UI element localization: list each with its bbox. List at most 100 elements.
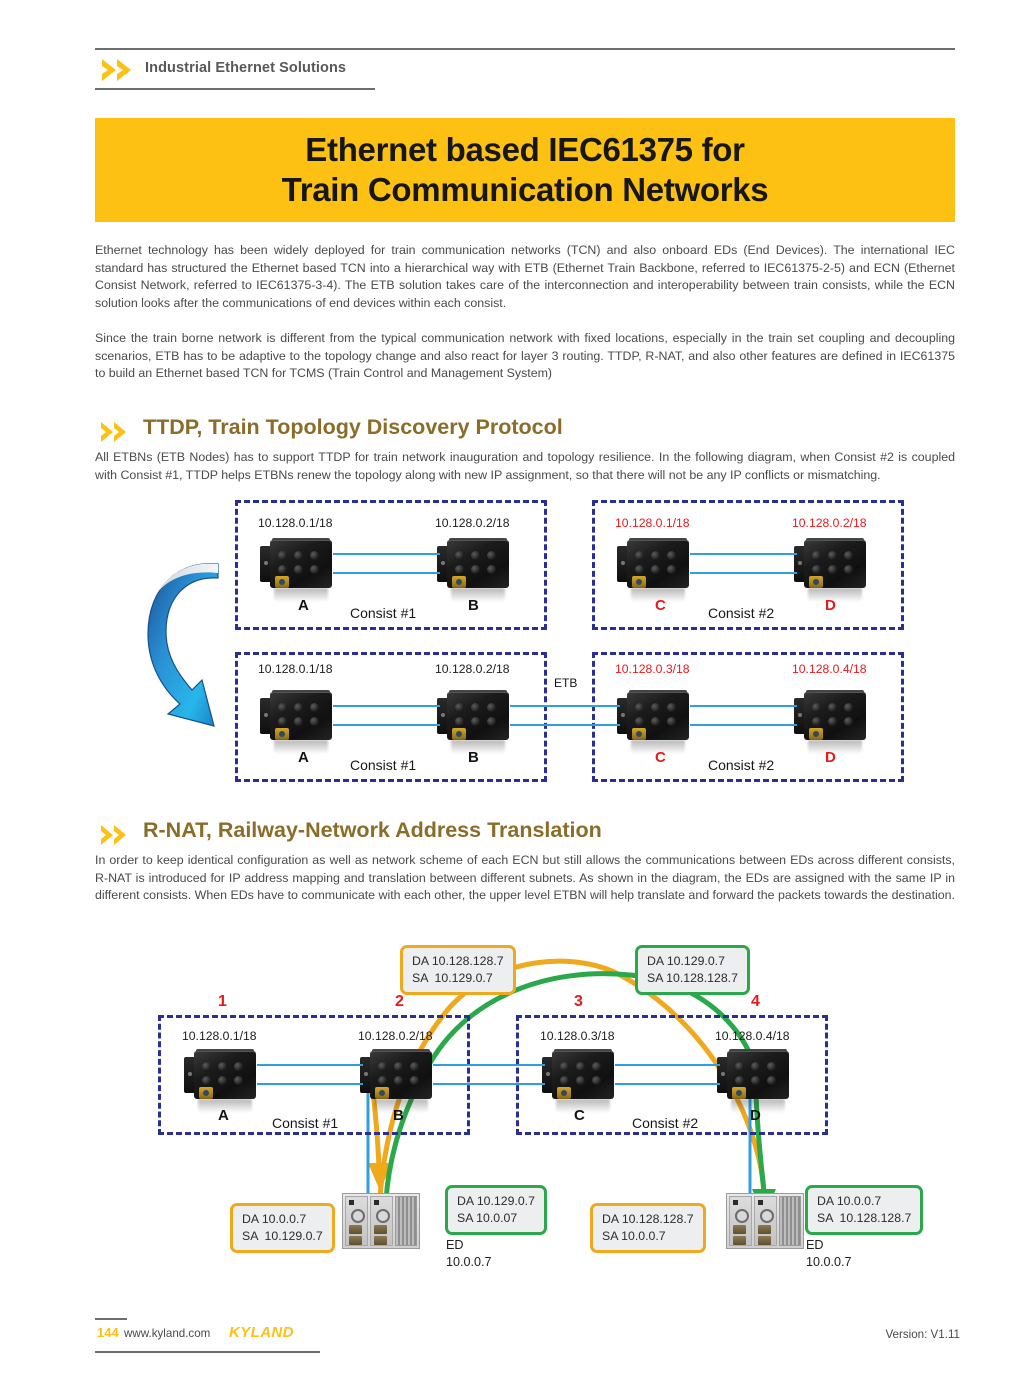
callout-bl-orange-da: DA 10.0.0.7 (242, 1212, 307, 1226)
ed-left-label: ED 10.0.0.7 (446, 1237, 492, 1271)
callout-top-left: DA 10.128.128.7 SA 10.129.0.7 (400, 945, 516, 995)
callout-br-green-da: DA 10.0.0.7 (817, 1194, 882, 1208)
callout-br-green-sa: SA 10.128.128.7 (817, 1210, 912, 1225)
rnat-link-cd-1 (615, 1064, 720, 1066)
curved-down-arrow-icon (140, 548, 240, 738)
banner-title-line1: Ethernet based IEC61375 for (305, 130, 745, 168)
double-chevron-icon (100, 824, 134, 846)
intro-paragraph-1: Ethernet technology has been widely depl… (95, 243, 955, 310)
callout-bl-orange-sa: SA 10.129.0.7 (242, 1228, 323, 1243)
switch-device-b (437, 538, 511, 602)
ttdp-body-text: All ETBNs (ETB Nodes) has to support TTD… (95, 450, 955, 482)
rnat-number-3: 3 (574, 993, 583, 1010)
ttdp-after-letter-c: C (655, 749, 666, 766)
ttdp-after-letter-b: B (468, 749, 479, 766)
rnat-link-cd-2 (615, 1083, 720, 1085)
ttdp-before-consist-2-name: Consist #2 (708, 605, 775, 621)
rnat-number-4: 4 (751, 993, 760, 1010)
callout-br-orange-sa: SA 10.0.0.7 (602, 1228, 666, 1243)
switch-device-rnat-c (542, 1049, 616, 1113)
ttdp-before-link-1 (333, 553, 440, 555)
document-version: Version: V1.11 (885, 1328, 960, 1341)
ttdp-heading-text: TTDP, Train Topology Discovery Protocol (143, 415, 563, 439)
section-heading-ttdp: TTDP, Train Topology Discovery Protocol (95, 415, 955, 445)
ttdp-after-link-etb-1 (510, 705, 620, 707)
ttdp-after-link-3 (690, 705, 797, 707)
rnat-body-text: In order to keep identical configuration… (95, 853, 955, 902)
rnat-letter-d: D (750, 1107, 761, 1124)
rnat-consist-2-name: Consist #2 (632, 1115, 699, 1131)
double-chevron-icon (100, 57, 140, 83)
callout-top-left-da: DA 10.128.128.7 (412, 954, 504, 968)
end-device-left (342, 1193, 420, 1249)
ttdp-after-link-1 (333, 705, 440, 707)
ttdp-before-ip-d: 10.128.0.2/18 (792, 516, 867, 530)
header-bottom-rule (95, 88, 375, 90)
banner-title-line2: Train Communication Networks (281, 171, 769, 208)
rnat-ip-d: 10.128.0.4/18 (715, 1029, 790, 1043)
intro-paragraph-2: Since the train borne network is differe… (95, 331, 955, 380)
ed-right-name: ED (806, 1238, 824, 1252)
ttdp-after-consist-2-name: Consist #2 (708, 757, 775, 773)
ttdp-after-link-etb-2 (510, 724, 620, 726)
footer-top-rule (95, 1318, 127, 1320)
ttdp-after-consist-1-name: Consist #1 (350, 757, 417, 773)
rnat-ip-b: 10.128.0.2/18 (358, 1029, 433, 1043)
ed-right-label: ED 10.0.0.7 (806, 1237, 852, 1271)
callout-bl-green-da: DA 10.129.0.7 (457, 1194, 535, 1208)
rnat-ip-c: 10.128.0.3/18 (540, 1029, 615, 1043)
callout-bottom-right-orange: DA 10.128.128.7 SA 10.0.0.7 (590, 1203, 706, 1253)
switch-device-b2 (437, 690, 511, 754)
section-heading-rnat: R-NAT, Railway-Network Address Translati… (95, 818, 955, 848)
ttdp-before-consist-1-name: Consist #1 (350, 605, 417, 621)
rnat-diagram: DA 10.128.128.7 SA 10.129.0.7 DA 10.129.… (150, 945, 924, 1275)
header-top-rule (95, 48, 955, 50)
ttdp-after-link-4 (690, 724, 797, 726)
title-banner: Ethernet based IEC61375 for Train Commun… (95, 118, 955, 222)
callout-top-right-da: DA 10.129.0.7 (647, 954, 725, 968)
etb-label: ETB (554, 676, 578, 690)
ttdp-after-letter-d: D (825, 749, 836, 766)
ttdp-before-link-2 (333, 572, 440, 574)
callout-top-right-sa: SA 10.128.128.7 (647, 970, 738, 985)
end-device-right (726, 1193, 804, 1249)
switch-device-rnat-d (717, 1049, 791, 1113)
ttdp-after-letter-a: A (298, 749, 309, 766)
ttdp-before-link-4 (690, 572, 797, 574)
callout-bottom-left-green: DA 10.129.0.7 SA 10.0.07 (445, 1185, 547, 1235)
switch-device-a (260, 538, 334, 602)
ttdp-before-ip-b: 10.128.0.2/18 (435, 516, 510, 530)
callout-top-right: DA 10.129.0.7 SA 10.128.128.7 (635, 945, 750, 995)
switch-device-d (794, 538, 868, 602)
callout-top-left-sa: SA 10.129.0.7 (412, 970, 493, 985)
rnat-link-ab-1 (257, 1064, 363, 1066)
callout-bl-green-sa: SA 10.0.07 (457, 1210, 518, 1225)
switch-device-c2 (617, 690, 691, 754)
rnat-consist-1-name: Consist #1 (272, 1115, 339, 1131)
ttdp-before-ip-c: 10.128.0.1/18 (615, 516, 690, 530)
document-page: Industrial Ethernet Solutions Ethernet b… (0, 0, 1020, 1384)
callout-bottom-left-orange: DA 10.0.0.7 SA 10.129.0.7 (230, 1203, 335, 1253)
footer-url[interactable]: www.kyland.com (124, 1327, 210, 1340)
rnat-heading-text: R-NAT, Railway-Network Address Translati… (143, 818, 602, 842)
ed-right-ip: 10.0.0.7 (806, 1255, 852, 1269)
ed-left-ip: 10.0.0.7 (446, 1255, 492, 1269)
callout-bottom-right-green: DA 10.0.0.7 SA 10.128.128.7 (805, 1185, 924, 1235)
switch-device-a2 (260, 690, 334, 754)
rnat-link-bc-2 (433, 1083, 545, 1085)
ttdp-before-letter-b: B (468, 597, 479, 614)
rnat-letter-a: A (218, 1107, 229, 1124)
ttdp-diagram: 10.128.0.1/18 10.128.0.2/18 A B Consist … (130, 500, 920, 790)
rnat-number-1: 1 (218, 993, 227, 1010)
rnat-link-bc-1 (433, 1064, 545, 1066)
ed-left-name: ED (446, 1238, 464, 1252)
rnat-link-ab-2 (257, 1083, 363, 1085)
switch-device-d2 (794, 690, 868, 754)
ttdp-before-letter-a: A (298, 597, 309, 614)
switch-device-c (617, 538, 691, 602)
ttdp-before-ip-a: 10.128.0.1/18 (258, 516, 333, 530)
rnat-number-2: 2 (395, 993, 404, 1010)
switch-device-rnat-a (184, 1049, 258, 1113)
rnat-letter-c: C (574, 1107, 585, 1124)
page-number: 144 (97, 1325, 119, 1340)
